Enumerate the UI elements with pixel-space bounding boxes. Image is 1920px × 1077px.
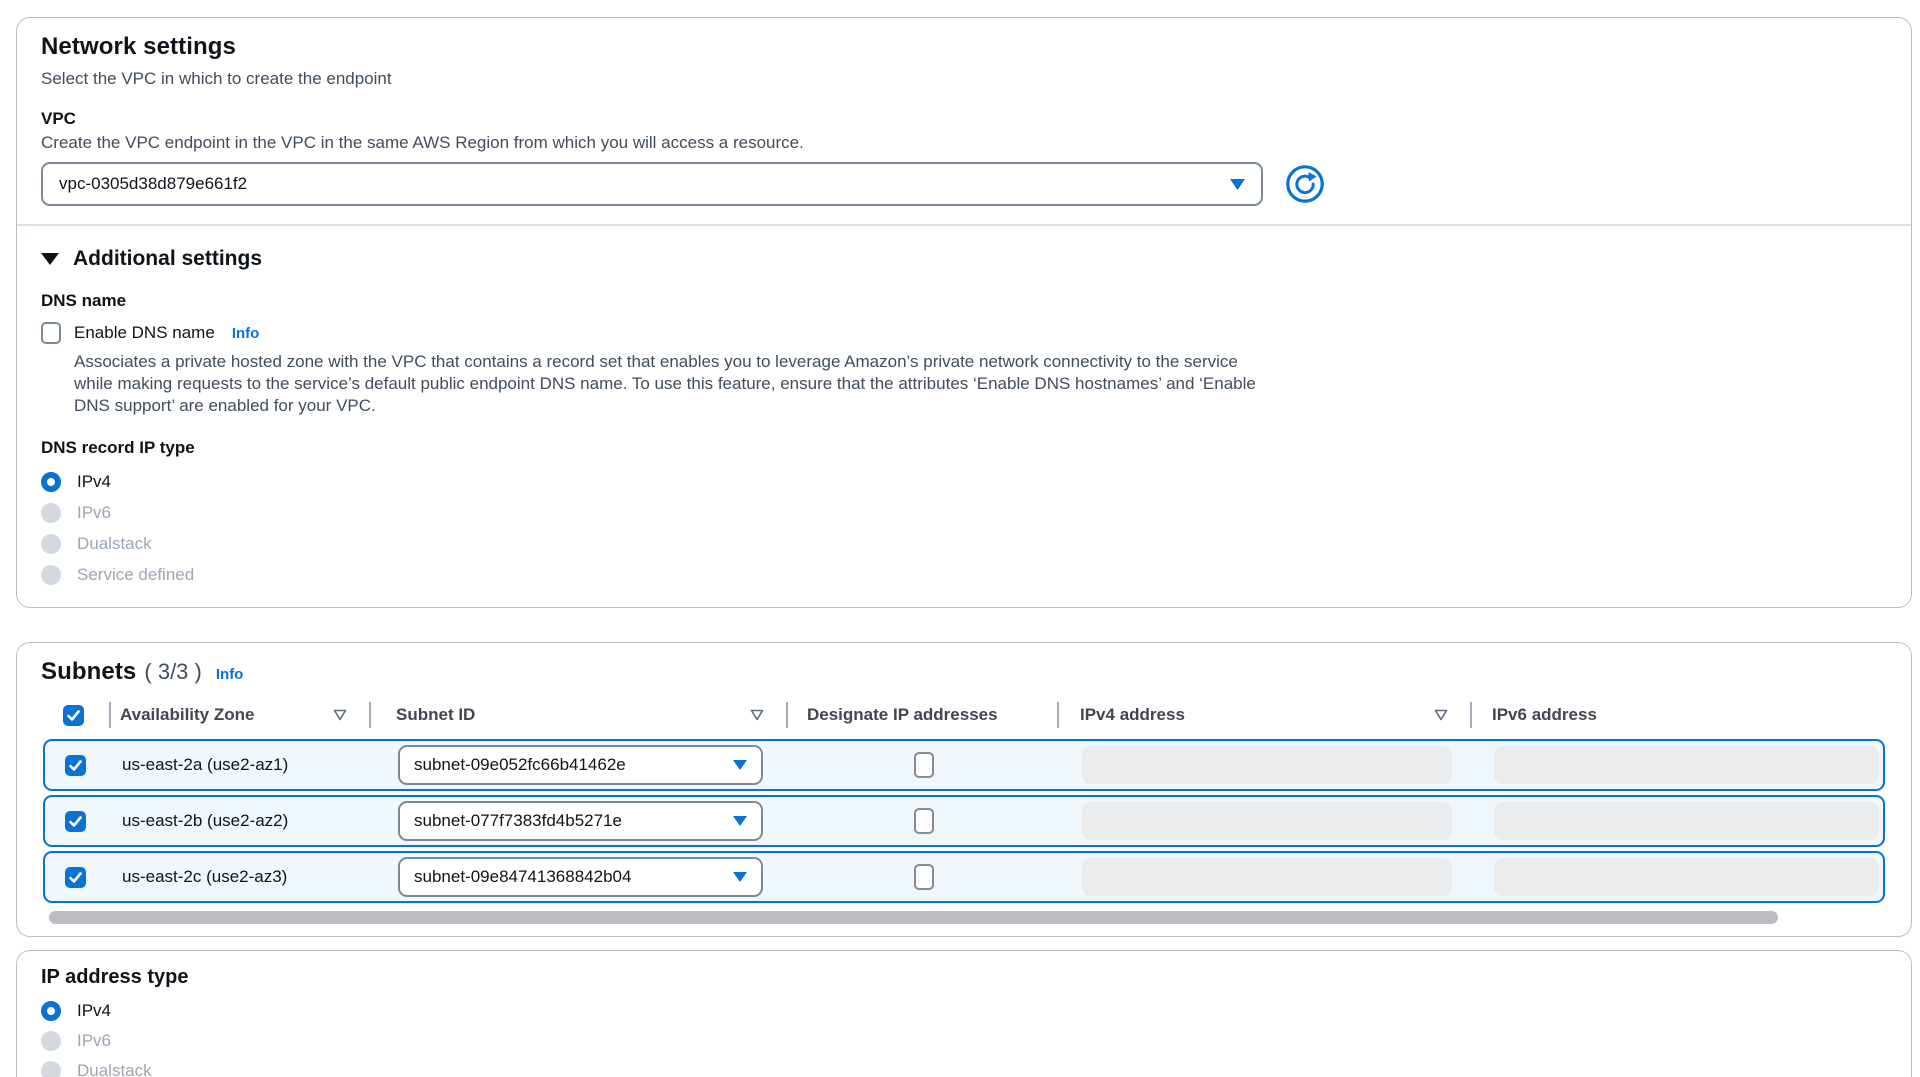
vpc-endpoint-network-settings-page: Network settings Select the VPC in which…: [0, 0, 1920, 1077]
ipv4-address-field: [1082, 858, 1452, 896]
subnet-id-select[interactable]: subnet-09e052fc66b41462e: [398, 745, 763, 785]
subnets-info-link[interactable]: Info: [216, 666, 244, 683]
dns-record-ip-type-radio-group: IPv4 IPv6 Dualstack Service defined: [41, 471, 1887, 585]
subnet-row: us-east-2b (use2-az2) subnet-077f7383fd4…: [43, 795, 1885, 847]
subnet-row: us-east-2c (use2-az3) subnet-09e84741368…: [43, 851, 1885, 903]
radio-ip-dualstack-label: Dualstack: [77, 1060, 152, 1077]
vpc-description: Create the VPC endpoint in the VPC in th…: [41, 132, 1887, 154]
caret-down-icon: [1230, 179, 1245, 190]
column-header-availability-zone[interactable]: Availability Zone: [109, 695, 369, 735]
radio-dns-service-defined: [41, 565, 61, 585]
subnet-id-select[interactable]: subnet-09e84741368842b04: [398, 857, 763, 897]
column-header-subnet-id[interactable]: Subnet ID: [369, 695, 786, 735]
subnets-title: Subnets: [41, 657, 136, 687]
availability-zone-cell: us-east-2a (use2-az1): [111, 755, 371, 775]
ipv6-address-field: [1494, 858, 1879, 896]
vpc-label: VPC: [41, 108, 1887, 130]
row-select-checkbox[interactable]: [65, 811, 86, 832]
designate-ip-checkbox[interactable]: [914, 808, 934, 834]
sort-icon: [1434, 709, 1448, 721]
row-select-checkbox[interactable]: [65, 867, 86, 888]
caret-down-icon: [733, 872, 747, 882]
radio-dns-ipv4[interactable]: [41, 472, 61, 492]
dns-name-description: Associates a private hosted zone with th…: [74, 351, 1274, 417]
ipv4-address-field: [1082, 802, 1452, 840]
dns-name-info-link[interactable]: Info: [232, 325, 260, 342]
select-all-checkbox[interactable]: [63, 705, 84, 726]
row-select-checkbox[interactable]: [65, 755, 86, 776]
network-settings-card: Network settings Select the VPC in which…: [16, 17, 1912, 608]
caret-down-icon: [733, 760, 747, 770]
radio-dns-ipv4-label: IPv4: [77, 471, 111, 492]
ip-address-type-label: IP address type: [41, 965, 1887, 989]
subnets-card: Subnets ( 3/3 ) Info Availability Zone S…: [16, 642, 1912, 937]
radio-dns-ipv6: [41, 503, 61, 523]
column-header-ipv4-address[interactable]: IPv4 address: [1057, 695, 1470, 735]
radio-ip-dualstack: [41, 1061, 61, 1077]
ip-address-type-card: IP address type IPv4 IPv6 Dualstack: [16, 950, 1912, 1077]
ipv4-address-field: [1082, 746, 1452, 784]
dns-name-label: DNS name: [41, 290, 1887, 312]
ip-address-type-radio-group: IPv4 IPv6 Dualstack: [41, 1000, 1887, 1077]
vpc-select[interactable]: vpc-0305d38d879e661f2: [41, 162, 1263, 206]
subnet-row: us-east-2a (use2-az1) subnet-09e052fc66b…: [43, 739, 1885, 791]
network-settings-title: Network settings: [41, 32, 1887, 62]
sort-icon: [333, 709, 347, 721]
ipv6-address-field: [1494, 746, 1879, 784]
ipv6-address-field: [1494, 802, 1879, 840]
network-settings-subtitle: Select the VPC in which to create the en…: [41, 68, 1887, 90]
caret-down-icon: [733, 816, 747, 826]
scrollbar-thumb[interactable]: [49, 911, 1778, 924]
subnets-table-header: Availability Zone Subnet ID Designate IP…: [43, 695, 1885, 735]
subnet-id-select[interactable]: subnet-077f7383fd4b5271e: [398, 801, 763, 841]
column-header-ipv6-address: IPv6 address: [1470, 695, 1885, 735]
radio-dns-dualstack-label: Dualstack: [77, 533, 152, 554]
horizontal-scrollbar[interactable]: [43, 911, 1901, 924]
enable-dns-name-label: Enable DNS name: [74, 322, 215, 344]
vpc-select-value: vpc-0305d38d879e661f2: [59, 174, 247, 194]
radio-ip-ipv6: [41, 1031, 61, 1051]
additional-settings-toggle[interactable]: Additional settings: [41, 246, 1887, 272]
sort-icon: [750, 709, 764, 721]
dns-record-ip-type-label: DNS record IP type: [41, 437, 1887, 459]
refresh-icon: [1284, 163, 1326, 205]
column-header-designate-ip: Designate IP addresses: [786, 695, 1057, 735]
expanded-caret-icon: [41, 253, 59, 265]
subnets-table: Availability Zone Subnet ID Designate IP…: [17, 695, 1911, 903]
radio-dns-ipv6-label: IPv6: [77, 502, 111, 523]
subnets-count: ( 3/3 ): [144, 659, 201, 685]
radio-ip-ipv4[interactable]: [41, 1001, 61, 1021]
designate-ip-checkbox[interactable]: [914, 864, 934, 890]
refresh-button[interactable]: [1284, 163, 1326, 205]
additional-settings-title: Additional settings: [73, 246, 262, 272]
radio-dns-service-defined-label: Service defined: [77, 564, 194, 585]
radio-dns-dualstack: [41, 534, 61, 554]
radio-ip-ipv6-label: IPv6: [77, 1030, 111, 1051]
radio-ip-ipv4-label: IPv4: [77, 1000, 111, 1021]
enable-dns-name-checkbox[interactable]: [41, 322, 61, 344]
availability-zone-cell: us-east-2c (use2-az3): [111, 867, 371, 887]
availability-zone-cell: us-east-2b (use2-az2): [111, 811, 371, 831]
designate-ip-checkbox[interactable]: [914, 752, 934, 778]
